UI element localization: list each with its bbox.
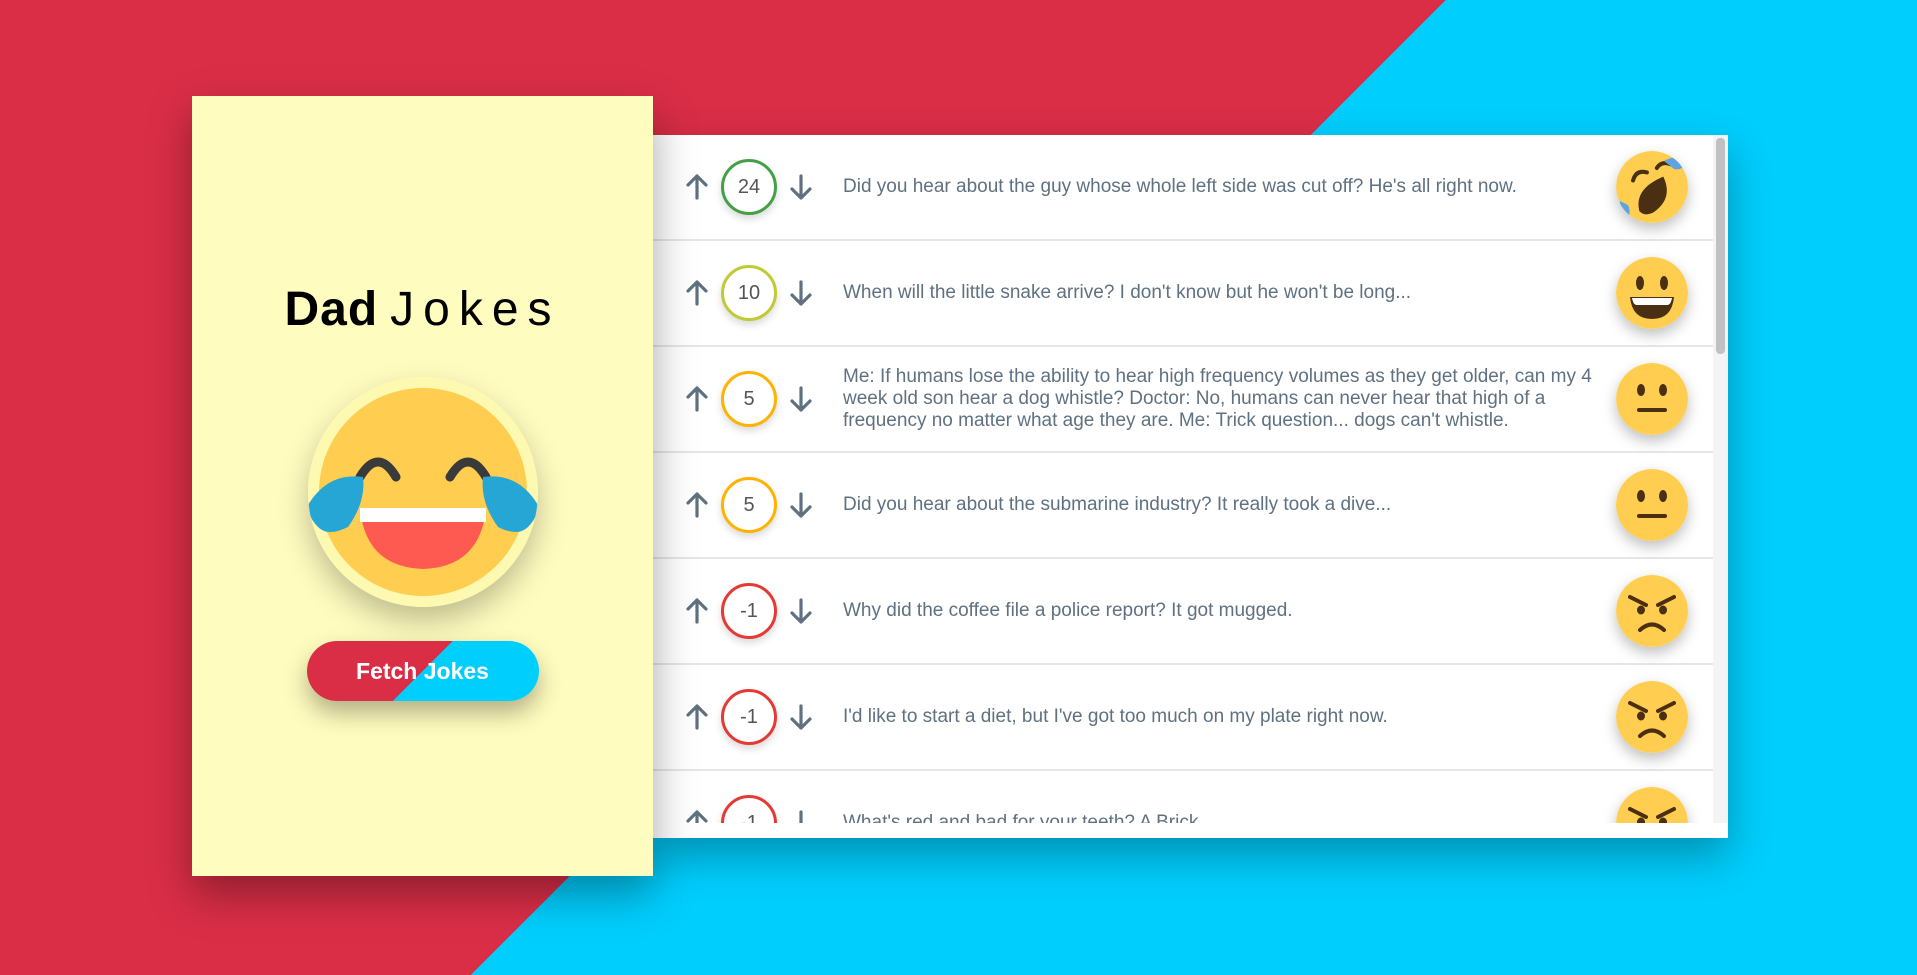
downvote-arrow-icon[interactable] xyxy=(787,808,815,823)
joke-row: 5 Me: If humans lose the ability to hear … xyxy=(653,347,1713,453)
tears-of-joy-icon xyxy=(307,377,538,607)
joke-score: -1 xyxy=(721,795,777,823)
joke-row: -1 What's red and bad for your teeth? A B… xyxy=(653,771,1713,823)
grinning-icon xyxy=(1613,257,1713,329)
joke-text: Did you hear about the submarine industr… xyxy=(843,494,1392,515)
angry-face-icon xyxy=(1613,681,1713,753)
joke-text: Did you hear about the guy whose whole l… xyxy=(843,176,1517,197)
joke-score: 10 xyxy=(721,265,777,321)
joke-score: -1 xyxy=(721,583,777,639)
joke-row: 10 When will the little snake arrive? I d… xyxy=(653,241,1713,347)
vote-controls: 5 xyxy=(653,477,833,533)
scrollbar[interactable] xyxy=(1713,135,1728,823)
rolling-laughing-icon xyxy=(1613,151,1713,223)
title-light: Jokes xyxy=(390,283,561,336)
vote-controls: -1 xyxy=(653,795,833,823)
vote-controls: -1 xyxy=(653,689,833,745)
joke-row: 5 Did you hear about the submarine indust… xyxy=(653,453,1713,559)
joke-text: Me: If humans lose the ability to hear h… xyxy=(843,366,1592,431)
upvote-arrow-icon[interactable] xyxy=(683,490,711,520)
vote-controls: -1 xyxy=(653,583,833,639)
angry-face-icon xyxy=(1613,575,1713,647)
vote-controls: 10 xyxy=(653,265,833,321)
joke-text: When will the little snake arrive? I don… xyxy=(843,282,1412,303)
joke-row: -1 I'd like to start a diet, but I've got… xyxy=(653,665,1713,771)
upvote-arrow-icon[interactable] xyxy=(683,278,711,308)
neutral-face-icon xyxy=(1613,469,1713,541)
downvote-arrow-icon[interactable] xyxy=(787,384,815,414)
joke-text: Why did the coffee file a police report?… xyxy=(843,600,1293,621)
angry-face-icon xyxy=(1613,787,1713,823)
scrollbar-thumb[interactable] xyxy=(1716,138,1725,354)
upvote-arrow-icon[interactable] xyxy=(683,172,711,202)
joke-text: I'd like to start a diet, but I've got t… xyxy=(843,706,1388,727)
joke-text: What's red and bad for your teeth? A Bri… xyxy=(843,812,1204,823)
downvote-arrow-icon[interactable] xyxy=(787,278,815,308)
neutral-face-icon xyxy=(1613,363,1713,435)
upvote-arrow-icon[interactable] xyxy=(683,702,711,732)
vote-controls: 24 xyxy=(653,159,833,215)
fetch-jokes-button[interactable]: Fetch Jokes xyxy=(306,641,539,701)
downvote-arrow-icon[interactable] xyxy=(787,702,815,732)
sidebar: Dad Jokes Fetch Jokes xyxy=(192,96,653,876)
app-title: Dad Jokes xyxy=(284,282,560,337)
downvote-arrow-icon[interactable] xyxy=(787,490,815,520)
upvote-arrow-icon[interactable] xyxy=(683,596,711,626)
jokes-panel: 24 Did you hear about the guy whose whole… xyxy=(653,135,1728,838)
upvote-arrow-icon[interactable] xyxy=(683,384,711,414)
joke-score: -1 xyxy=(721,689,777,745)
joke-row: 24 Did you hear about the guy whose whole… xyxy=(653,135,1713,241)
joke-score: 24 xyxy=(721,159,777,215)
vote-controls: 5 xyxy=(653,371,833,427)
downvote-arrow-icon[interactable] xyxy=(787,596,815,626)
joke-score: 5 xyxy=(721,371,777,427)
title-bold: Dad xyxy=(284,283,379,336)
downvote-arrow-icon[interactable] xyxy=(787,172,815,202)
jokes-list[interactable]: 24 Did you hear about the guy whose whole… xyxy=(653,135,1713,823)
joke-score: 5 xyxy=(721,477,777,533)
joke-row: -1 Why did the coffee file a police repor… xyxy=(653,559,1713,665)
upvote-arrow-icon[interactable] xyxy=(683,808,711,823)
